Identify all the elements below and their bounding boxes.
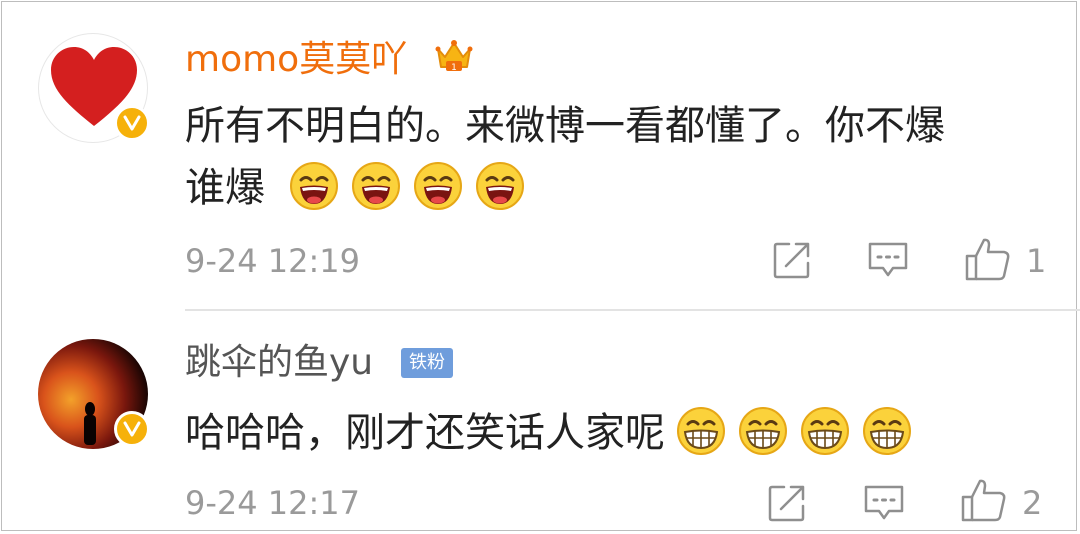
comment-text-line2: 谁爆 [185,158,526,218]
grinning-emoji [799,405,851,457]
like-count: 2 [1022,484,1043,522]
username[interactable]: 跳伞的鱼yu [185,341,373,385]
v-icon [123,421,141,437]
comment-text-line1: 哈哈哈，刚才还笑话人家呢 [185,403,913,463]
verified-badge [114,411,150,447]
comment-text-line2-text: 谁爆 [185,165,265,211]
share-icon[interactable] [772,240,812,280]
grinning-emoji [861,405,913,457]
fan-badge: 铁粉 [401,348,453,378]
avatar[interactable] [38,33,150,143]
share-icon[interactable] [767,483,807,523]
laughing-emoji [350,160,402,212]
like-count: 1 [1026,242,1047,280]
comment-item: momo莫莫吖 1 所有不明白的。来微博一看都懂了。你不爆 谁爆 9-24 12… [0,0,1080,311]
username[interactable]: momo莫莫吖 [185,38,407,82]
avatar[interactable] [38,339,150,449]
reply-icon[interactable] [866,240,910,280]
grinning-emoji [737,405,789,457]
comment-item: 跳伞的鱼yu 铁粉 哈哈哈，刚才还笑话人家呢 9-24 12:17 2 [0,311,1080,534]
laughing-emoji [288,160,340,212]
timestamp: 9-24 12:17 [185,484,361,522]
comment-text-line1-text: 哈哈哈，刚才还笑话人家呢 [185,410,665,456]
crown-icon: 1 [435,40,473,73]
svg-text:1: 1 [451,63,457,73]
like-icon[interactable] [960,477,1008,523]
reply-icon[interactable] [862,483,906,523]
laughing-emoji [474,160,526,212]
timestamp: 9-24 12:19 [185,242,361,280]
grinning-emoji [675,405,727,457]
laughing-emoji [412,160,464,212]
comment-text-line1: 所有不明白的。来微博一看都懂了。你不爆 [185,103,945,149]
v-icon [123,115,141,131]
verified-badge [114,105,150,141]
like-icon[interactable] [964,236,1012,282]
